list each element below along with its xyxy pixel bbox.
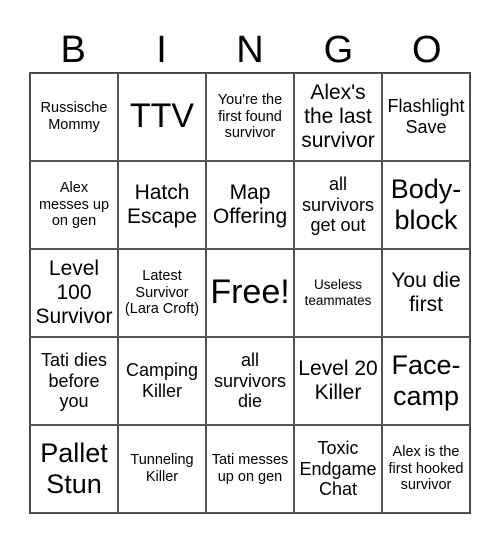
bingo-cell[interactable]: You're the first found survivor bbox=[206, 73, 294, 161]
bingo-cell[interactable]: Body-block bbox=[382, 161, 470, 249]
bingo-cell[interactable]: Tati messes up on gen bbox=[206, 425, 294, 513]
bingo-grid: Russische Mommy TTV You're the first fou… bbox=[29, 72, 471, 514]
bingo-cell-free[interactable]: Free! bbox=[206, 249, 294, 337]
header-letter-b: B bbox=[60, 29, 86, 71]
bingo-cell[interactable]: all survivors get out bbox=[294, 161, 382, 249]
header-letter-g: G bbox=[323, 29, 354, 71]
header-letter-o: O bbox=[411, 29, 442, 71]
bingo-header: B I N G O bbox=[29, 28, 471, 72]
bingo-cell[interactable]: Face-camp bbox=[382, 337, 470, 425]
header-letter-n: N bbox=[236, 29, 264, 71]
bingo-cell[interactable]: You die first bbox=[382, 249, 470, 337]
bingo-cell[interactable]: Tunneling Killer bbox=[118, 425, 206, 513]
bingo-cell[interactable]: Alex is the first hooked survivor bbox=[382, 425, 470, 513]
bingo-cell[interactable]: TTV bbox=[118, 73, 206, 161]
bingo-cell[interactable]: Level 20 Killer bbox=[294, 337, 382, 425]
bingo-cell[interactable]: Useless teammates bbox=[294, 249, 382, 337]
bingo-cell[interactable]: all survivors die bbox=[206, 337, 294, 425]
bingo-cell[interactable]: Pallet Stun bbox=[30, 425, 118, 513]
bingo-cell[interactable]: Level 100 Survivor bbox=[30, 249, 118, 337]
header-letter-i: I bbox=[156, 29, 167, 71]
bingo-cell[interactable]: Alex's the last survivor bbox=[294, 73, 382, 161]
bingo-cell[interactable]: Map Offering bbox=[206, 161, 294, 249]
bingo-cell[interactable]: Hatch Escape bbox=[118, 161, 206, 249]
bingo-cell[interactable]: Tati dies before you bbox=[30, 337, 118, 425]
bingo-cell[interactable]: Latest Survivor (Lara Croft) bbox=[118, 249, 206, 337]
bingo-cell[interactable]: Russische Mommy bbox=[30, 73, 118, 161]
bingo-cell[interactable]: Toxic Endgame Chat bbox=[294, 425, 382, 513]
bingo-cell[interactable]: Camping Killer bbox=[118, 337, 206, 425]
bingo-cell[interactable]: Flashlight Save bbox=[382, 73, 470, 161]
bingo-cell[interactable]: Alex messes up on gen bbox=[30, 161, 118, 249]
